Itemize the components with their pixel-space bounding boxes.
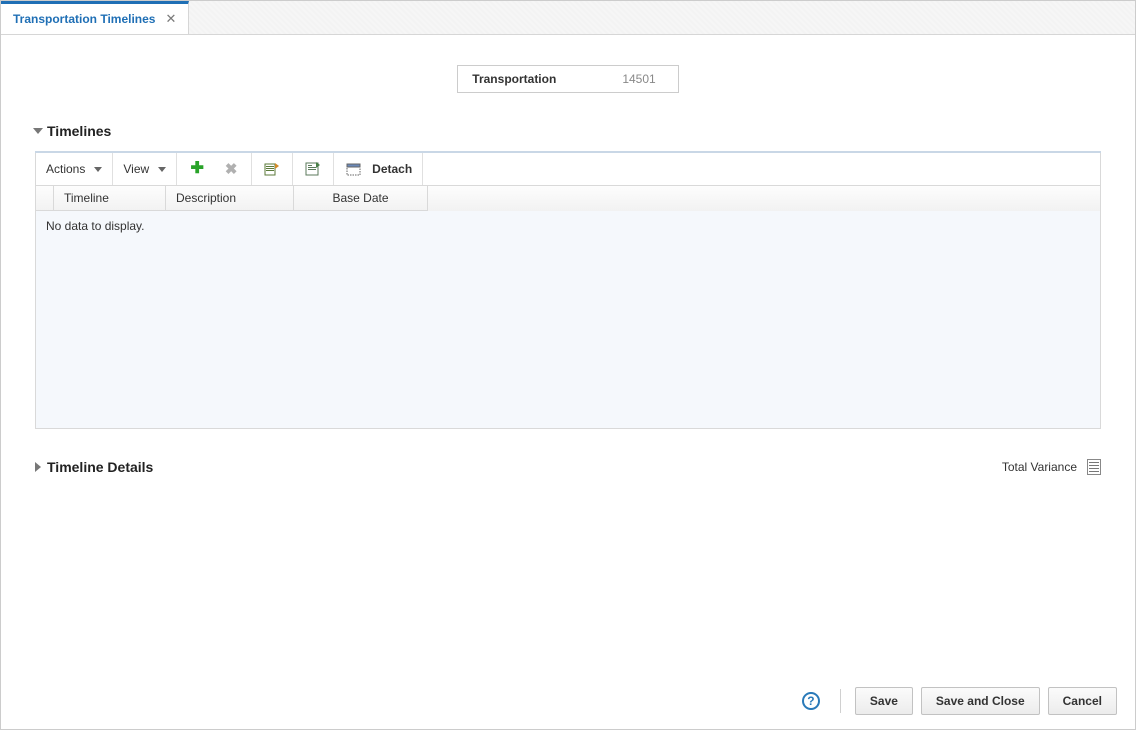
tab-bar: Transportation Timelines ✕ xyxy=(1,1,1135,35)
view-label: View xyxy=(123,162,149,176)
add-button[interactable]: ✚ xyxy=(187,159,207,179)
timeline-details-title: Timeline Details xyxy=(47,459,153,475)
grid-header-timeline[interactable]: Timeline xyxy=(54,186,166,211)
help-button[interactable]: ? xyxy=(802,692,820,710)
transportation-header: Transportation 14501 xyxy=(457,65,678,93)
detach-icon xyxy=(346,161,362,177)
delete-icon: ✖ xyxy=(225,162,238,177)
tab-transportation-timelines[interactable]: Transportation Timelines ✕ xyxy=(1,1,189,34)
timelines-title: Timelines xyxy=(47,123,111,139)
grid-header-description[interactable]: Description xyxy=(166,186,294,211)
wrap-icon xyxy=(305,161,321,177)
no-data-message: No data to display. xyxy=(36,211,1100,241)
total-variance: Total Variance xyxy=(1002,459,1101,475)
tab-label: Transportation Timelines xyxy=(13,12,155,26)
transportation-label: Transportation xyxy=(458,72,574,86)
grid-body: No data to display. xyxy=(35,211,1101,429)
close-icon[interactable]: ✕ xyxy=(165,11,176,27)
caret-down-icon xyxy=(94,167,102,172)
export-button[interactable] xyxy=(262,159,282,179)
content-area: Transportation 14501 Timelines Actions V… xyxy=(1,35,1135,675)
grid-header-selector xyxy=(36,186,54,211)
view-menu[interactable]: View xyxy=(113,153,177,185)
transportation-value: 14501 xyxy=(574,72,677,86)
detach-group[interactable]: Detach xyxy=(334,153,423,185)
app-frame: Transportation Timelines ✕ Transportatio… xyxy=(0,0,1136,730)
wrap-button[interactable] xyxy=(303,159,323,179)
detach-label: Detach xyxy=(372,162,412,176)
disclosure-triangle-icon xyxy=(35,462,41,472)
timelines-section-header[interactable]: Timelines xyxy=(35,123,1101,139)
save-and-close-button[interactable]: Save and Close xyxy=(921,687,1040,715)
actions-label: Actions xyxy=(46,162,85,176)
delete-button[interactable]: ✖ xyxy=(221,159,241,179)
grid-header-base-date[interactable]: Base Date xyxy=(294,186,428,211)
total-variance-button[interactable] xyxy=(1087,459,1101,475)
plus-icon: ✚ xyxy=(190,161,203,177)
grid-toolbar: Actions View ✚ ✖ xyxy=(35,153,1101,186)
details-row: Timeline Details Total Variance xyxy=(35,459,1101,475)
add-delete-group: ✚ ✖ xyxy=(177,153,252,185)
divider xyxy=(840,689,841,713)
export-icon xyxy=(264,161,280,177)
disclosure-triangle-icon xyxy=(33,128,43,134)
total-variance-label: Total Variance xyxy=(1002,460,1077,474)
header-row: Transportation 14501 xyxy=(3,35,1133,111)
export-group xyxy=(252,153,293,185)
caret-down-icon xyxy=(158,167,166,172)
actions-menu[interactable]: Actions xyxy=(36,153,113,185)
cancel-button[interactable]: Cancel xyxy=(1048,687,1117,715)
grid-header: Timeline Description Base Date xyxy=(35,186,1101,211)
footer: ? Save Save and Close Cancel xyxy=(1,673,1135,729)
wrap-group xyxy=(293,153,334,185)
save-button[interactable]: Save xyxy=(855,687,913,715)
timelines-section: Timelines Actions View ✚ ✖ xyxy=(35,123,1101,429)
detach-button[interactable] xyxy=(344,159,364,179)
timelines-grid: Actions View ✚ ✖ xyxy=(35,151,1101,429)
timeline-details-section-header[interactable]: Timeline Details xyxy=(35,459,153,475)
